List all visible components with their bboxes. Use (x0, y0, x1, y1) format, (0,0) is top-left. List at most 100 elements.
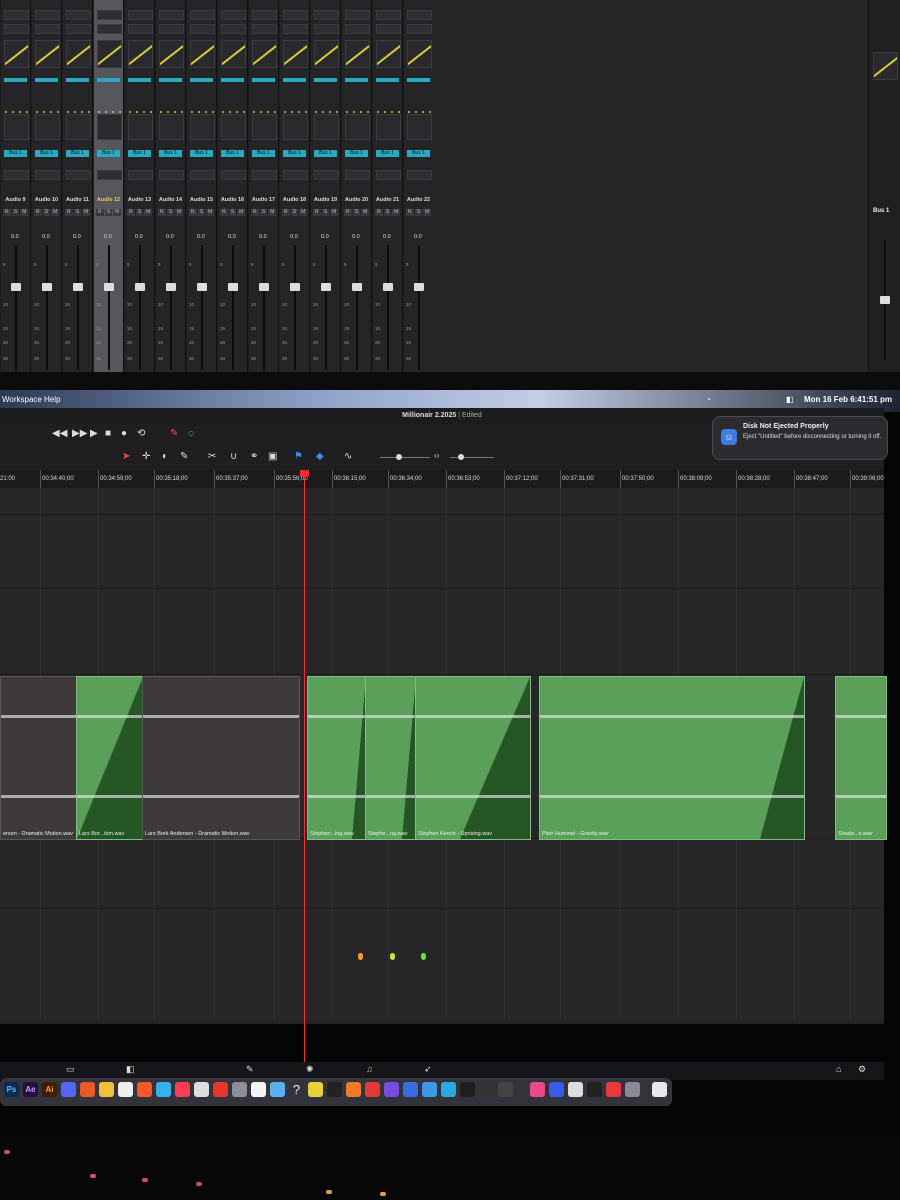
brave-icon[interactable] (137, 1082, 152, 1097)
app-icon[interactable] (346, 1082, 361, 1097)
automation-mode-icon[interactable]: ◌ (188, 428, 194, 439)
insert-slot[interactable] (252, 24, 277, 34)
insert-slot[interactable] (66, 10, 91, 20)
audio-clip[interactable]: Piotr Hummel - Gravity.wav (539, 676, 805, 840)
mixer-channel-strip[interactable]: Bus 1 Audio 20 R S M 0.0 5 10 15 20 30 (342, 0, 372, 372)
audio-clip[interactable]: ersen - Dramatic Motion.wav (0, 676, 78, 840)
bus-eq-graph[interactable] (873, 52, 898, 80)
crossfade[interactable] (77, 677, 143, 839)
channel-fader[interactable] (321, 283, 331, 291)
insert-slot[interactable] (4, 24, 29, 34)
eq-graph[interactable] (221, 40, 246, 68)
eq-graph[interactable] (159, 40, 184, 68)
fusion-page-icon[interactable]: ✺ (306, 1064, 314, 1075)
send-slot[interactable] (190, 170, 215, 180)
mute-button[interactable]: M (361, 209, 370, 216)
menubar-clock[interactable]: Mon 16 Feb 6:41:51 pm (804, 395, 892, 404)
app-icon[interactable] (251, 1082, 266, 1097)
eq-graph[interactable] (345, 40, 370, 68)
mixer-channel-strip[interactable]: Bus 1 Audio 22 R S M 0.0 5 10 15 20 30 (404, 0, 434, 372)
eq-graph[interactable] (66, 40, 91, 68)
record-arm-button[interactable]: R (220, 209, 228, 216)
help-icon[interactable]: ? (289, 1082, 304, 1097)
solo-button[interactable]: S (197, 209, 206, 216)
eq-graph[interactable] (190, 40, 215, 68)
bus-send-button[interactable]: Bus 1 (221, 150, 244, 157)
dynamics-graph[interactable] (97, 114, 122, 140)
figma-icon[interactable] (460, 1082, 475, 1097)
trash-icon[interactable] (652, 1082, 667, 1097)
insert-slot[interactable] (407, 10, 432, 20)
dynamics-graph[interactable] (376, 114, 401, 140)
disk-eject-notification[interactable]: ☺ Disk Not Ejected Properly Eject "Untit… (712, 416, 888, 460)
record-arm-button[interactable]: R (189, 209, 197, 216)
horizontal-zoom-track[interactable] (450, 457, 494, 458)
eq-graph[interactable] (314, 40, 339, 68)
mixer-channel-strip[interactable]: Bus 1 Audio 14 R S M 0.0 5 10 15 20 30 (156, 0, 186, 372)
mute-button[interactable]: M (423, 209, 432, 216)
eq-graph[interactable] (252, 40, 277, 68)
insert-slot[interactable] (221, 10, 246, 20)
dynamics-graph[interactable] (128, 114, 153, 140)
insert-slot[interactable] (35, 10, 60, 20)
solo-button[interactable]: S (321, 209, 330, 216)
snap-icon[interactable]: ∪ (230, 451, 237, 462)
mute-button[interactable]: M (392, 209, 401, 216)
mixer-channel-strip[interactable]: Bus 1 Audio 18 R S M 0.0 5 10 15 20 30 (280, 0, 310, 372)
waveform-zoom-icon[interactable]: ∿ (344, 451, 352, 462)
crossfade[interactable] (460, 677, 530, 839)
dynamics-graph[interactable] (314, 114, 339, 140)
deliver-page-icon[interactable]: ➶ (424, 1064, 432, 1075)
send-slot[interactable] (66, 170, 91, 180)
insert-slot[interactable] (128, 24, 153, 34)
stop-icon[interactable]: ■ (105, 428, 111, 439)
solo-button[interactable]: S (259, 209, 268, 216)
eq-graph[interactable] (407, 40, 432, 68)
mute-button[interactable]: M (299, 209, 308, 216)
insert-slot[interactable] (283, 24, 308, 34)
record-arm-button[interactable]: R (158, 209, 166, 216)
channel-fader[interactable] (73, 283, 83, 291)
settings-icon[interactable]: ⚙ (858, 1064, 866, 1075)
app-icon[interactable] (403, 1082, 418, 1097)
view-icon[interactable]: ▣ (268, 451, 277, 462)
mixer-channel-strip[interactable]: Bus 1 Audio 13 R S M 0.0 5 10 15 20 30 (125, 0, 155, 372)
insert-slot[interactable] (190, 24, 215, 34)
solo-button[interactable]: S (11, 209, 20, 216)
insert-slot[interactable] (159, 10, 184, 20)
mixer-channel-strip[interactable]: Bus 1 Audio 16 R S M 0.0 5 10 15 20 30 (218, 0, 248, 372)
crossfade[interactable] (760, 677, 804, 839)
dynamics-graph[interactable] (407, 114, 432, 140)
dynamics-graph[interactable] (66, 114, 91, 140)
app-icon[interactable] (498, 1082, 513, 1097)
record-arm-button[interactable]: R (65, 209, 73, 216)
rewind-icon[interactable]: ◀◀ (52, 428, 67, 439)
record-arm-button[interactable]: R (282, 209, 290, 216)
fast-forward-icon[interactable]: ▶▶ (72, 428, 87, 439)
bus-send-button[interactable]: Bus 1 (128, 150, 151, 157)
mute-button[interactable]: M (51, 209, 60, 216)
app-icon[interactable] (625, 1082, 640, 1097)
insert-slot[interactable] (159, 24, 184, 34)
channel-fader[interactable] (259, 283, 269, 291)
channel-fader[interactable] (166, 283, 176, 291)
audio-clip[interactable]: Lars Bork Andersen - Dramatic Motion.wav (142, 676, 300, 840)
photoshop-icon[interactable]: Ps (4, 1082, 19, 1097)
bus-fader[interactable] (880, 296, 890, 304)
send-slot[interactable] (35, 170, 60, 180)
send-slot[interactable] (314, 170, 339, 180)
app-icon[interactable] (479, 1082, 494, 1097)
bus-send-button[interactable]: Bus 1 (345, 150, 368, 157)
record-arm-button[interactable]: R (3, 209, 11, 216)
app-icon[interactable] (327, 1082, 342, 1097)
timeline-ruler[interactable]: 21:00 00:34:40;00 00:34:59;00 00:35:18;00 00… (0, 470, 884, 489)
audio-clip[interactable]: Lars Bor...tion.wav (76, 676, 144, 840)
insert-slot[interactable] (190, 10, 215, 20)
mixer-channel-strip[interactable]: Bus 1 Audio 12 R S M 0.0 5 10 15 20 30 (94, 0, 124, 372)
dynamics-graph[interactable] (252, 114, 277, 140)
mute-button[interactable]: M (144, 209, 153, 216)
app-icon[interactable] (270, 1082, 285, 1097)
menu-workspace[interactable]: Workspace (2, 395, 42, 404)
insert-slot[interactable] (221, 24, 246, 34)
loop-icon[interactable]: ⟲ (137, 428, 145, 439)
